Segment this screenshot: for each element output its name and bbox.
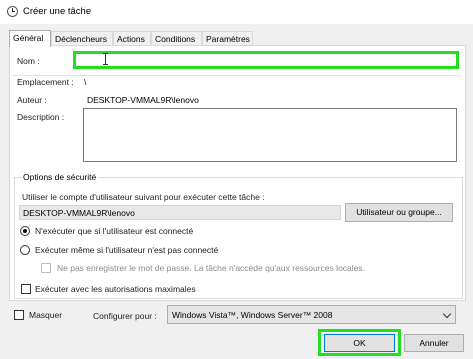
- radio-run-when-logged-on-label[interactable]: N'exécuter que si l'utilisateur est conn…: [35, 226, 193, 236]
- account-prompt: Utiliser le compte d'utilisateur suivant…: [22, 192, 265, 202]
- name-field[interactable]: [73, 51, 459, 69]
- tab-actions[interactable]: Actions: [113, 31, 151, 46]
- hidden-label[interactable]: Masquer: [29, 310, 62, 320]
- cancel-button[interactable]: Annuler: [404, 334, 464, 352]
- highest-privileges-checkbox[interactable]: [21, 284, 31, 294]
- author-label: Auteur :: [17, 95, 47, 105]
- change-user-button[interactable]: Utilisateur ou groupe...: [345, 203, 453, 222]
- tab-general[interactable]: Général: [9, 30, 51, 47]
- text-cursor-icon: [103, 53, 109, 65]
- no-store-password-checkbox[interactable]: [41, 263, 51, 273]
- location-value: \: [84, 77, 87, 87]
- author-value: DESKTOP-VMMAL9R\lenovo: [87, 95, 199, 105]
- security-group-title: Options de sécurité: [21, 172, 99, 182]
- configure-for-select[interactable]: Windows Vista™, Windows Server™ 2008: [167, 305, 456, 324]
- configure-for-label: Configurer pour :: [93, 311, 157, 321]
- radio-run-whether-logged-on-label[interactable]: Exécuter même si l'utilisateur n'est pas…: [35, 245, 218, 255]
- tab-conditions[interactable]: Conditions: [151, 31, 202, 46]
- highest-privileges-label[interactable]: Exécuter avec les autorisations maximale…: [35, 284, 196, 294]
- description-field[interactable]: [83, 108, 457, 162]
- radio-run-whether-logged-on[interactable]: [20, 245, 30, 255]
- chevron-down-icon: [442, 309, 452, 319]
- clock-icon: [7, 6, 18, 17]
- radio-run-when-logged-on[interactable]: [20, 226, 30, 236]
- title-bar: Créer une tâche: [0, 0, 473, 24]
- divider: [13, 75, 461, 76]
- no-store-password-label: Ne pas enregistrer le mot de passe. La t…: [57, 263, 366, 273]
- tab-settings[interactable]: Paramètres: [202, 31, 253, 46]
- configure-for-value: Windows Vista™, Windows Server™ 2008: [172, 310, 333, 320]
- name-label: Nom :: [17, 56, 40, 66]
- hidden-checkbox[interactable]: [14, 310, 24, 320]
- description-label: Description :: [17, 112, 65, 122]
- ok-button-highlight: [318, 329, 401, 356]
- window-title: Créer une tâche: [23, 6, 92, 17]
- location-label: Emplacement :: [17, 77, 74, 87]
- account-field: DESKTOP-VMMAL9R\lenovo: [19, 205, 341, 220]
- tab-triggers[interactable]: Déclencheurs: [51, 31, 113, 46]
